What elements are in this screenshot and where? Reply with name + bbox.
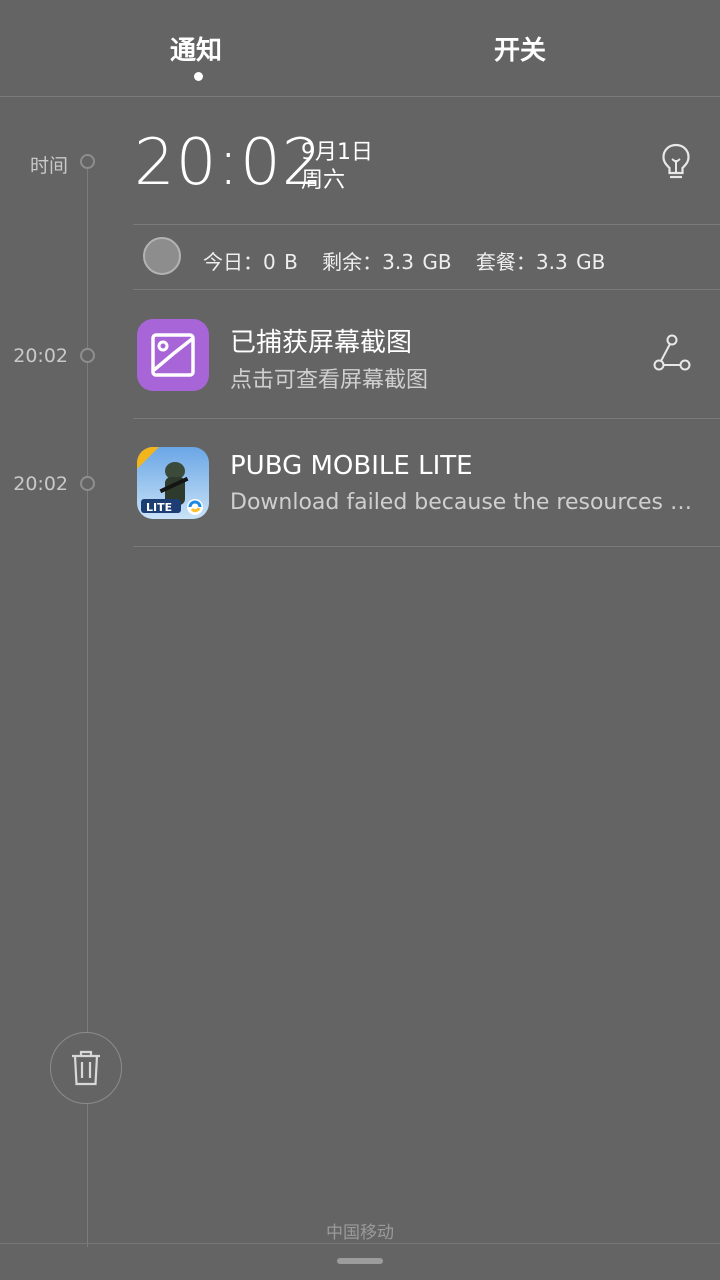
- divider: [133, 546, 720, 547]
- drag-handle[interactable]: [337, 1258, 383, 1264]
- data-usage-toggle[interactable]: [143, 237, 181, 275]
- svg-text:LITE: LITE: [146, 501, 172, 514]
- lightbulb-icon[interactable]: [660, 142, 692, 186]
- pubg-mobile-lite-icon[interactable]: LITE: [137, 447, 209, 519]
- data-usage-stats: 今日：0 B 剩余：3.3 GB 套餐：3.3 GB: [203, 246, 621, 275]
- timeline-time: 20:02: [13, 473, 68, 495]
- notification-title[interactable]: PUBG MOBILE LITE: [230, 451, 473, 481]
- trash-icon: [72, 1050, 100, 1086]
- data-plan: 套餐：3.3 GB: [475, 250, 606, 274]
- screenshot-app-icon[interactable]: [137, 319, 209, 391]
- timeline-time: 20:02: [13, 345, 68, 367]
- carrier-label: 中国移动: [326, 1223, 394, 1243]
- divider: [133, 418, 720, 419]
- data-remaining: 剩余：3.3 GB: [322, 250, 452, 274]
- tab-toggles[interactable]: 开关: [494, 30, 546, 67]
- tab-bar: 通知 开关: [0, 0, 720, 97]
- divider: [133, 224, 720, 225]
- notification-body[interactable]: 点击可查看屏幕截图: [230, 362, 694, 394]
- clock-weekday: 周六: [301, 168, 346, 193]
- clear-all-button[interactable]: [50, 1032, 122, 1104]
- data-today: 今日：0 B: [203, 250, 298, 274]
- timeline-dot: [80, 348, 95, 363]
- timeline-dot: [80, 476, 95, 491]
- divider: [0, 1243, 720, 1244]
- timeline-time-label: 时间: [29, 155, 68, 177]
- active-tab-indicator: [194, 72, 203, 81]
- clock-time: 20:02: [134, 126, 324, 200]
- notification-body[interactable]: Download failed because the resources co…: [230, 490, 694, 515]
- share-icon[interactable]: [652, 334, 692, 378]
- timeline-dot: [80, 154, 95, 169]
- notification-title[interactable]: 已捕获屏幕截图: [230, 322, 412, 359]
- tab-notifications[interactable]: 通知: [170, 30, 222, 67]
- divider: [133, 289, 720, 290]
